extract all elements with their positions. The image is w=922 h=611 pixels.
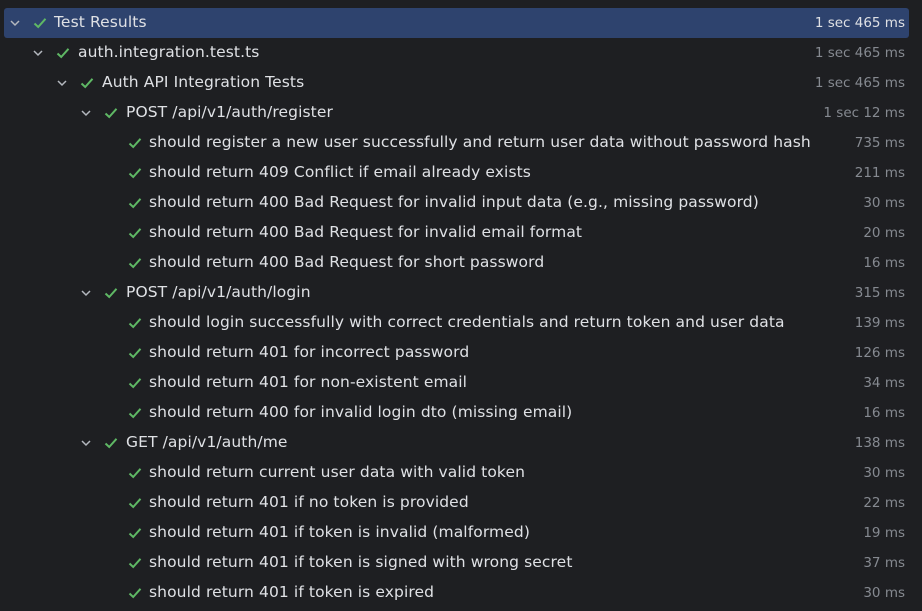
duration-text: 315 ms bbox=[854, 285, 905, 301]
tree-row-label: should return 409 Conflict if email alre… bbox=[149, 163, 531, 181]
duration-text: 37 ms bbox=[863, 555, 905, 571]
check-icon bbox=[128, 258, 142, 269]
tree-row-label: should return 400 Bad Request for short … bbox=[149, 253, 545, 271]
tree-row-test[interactable]: should return 401 for incorrect password… bbox=[0, 338, 922, 368]
check-icon bbox=[128, 168, 142, 179]
tree-row-label: should return 401 if token is signed wit… bbox=[149, 553, 573, 571]
tree-row-label: should register a new user successfully … bbox=[149, 133, 811, 151]
duration-text: 16 ms bbox=[863, 255, 905, 271]
tree-row-test[interactable]: should return current user data with val… bbox=[0, 458, 922, 488]
duration-text: 1 sec 465 ms bbox=[814, 15, 905, 31]
tree-row-test[interactable]: should return 400 for invalid login dto … bbox=[0, 398, 922, 428]
check-icon bbox=[104, 108, 118, 119]
chevron-down-icon[interactable] bbox=[55, 76, 69, 90]
duration-text: 19 ms bbox=[863, 525, 905, 541]
duration-text: 1 sec 465 ms bbox=[814, 75, 905, 91]
test-results-tree: Test Results 1 sec 465 ms auth.integrati… bbox=[0, 0, 922, 611]
tree-row-label: should return 401 for incorrect password bbox=[149, 343, 470, 361]
check-icon bbox=[56, 48, 70, 59]
check-icon bbox=[128, 348, 142, 359]
tree-row-test[interactable]: should return 401 if no token is provide… bbox=[0, 488, 922, 518]
check-icon bbox=[128, 408, 142, 419]
tree-row-root[interactable]: Test Results 1 sec 465 ms bbox=[0, 8, 922, 38]
chevron-down-icon[interactable] bbox=[31, 46, 45, 60]
tree-row-file[interactable]: auth.integration.test.ts 1 sec 465 ms bbox=[0, 38, 922, 68]
chevron-down-icon[interactable] bbox=[8, 16, 22, 30]
duration-text: 1 sec 12 ms bbox=[823, 105, 905, 121]
check-icon bbox=[128, 318, 142, 329]
duration-text: 138 ms bbox=[854, 435, 905, 451]
duration-text: 20 ms bbox=[863, 225, 905, 241]
chevron-down-icon[interactable] bbox=[79, 436, 93, 450]
tree-row-label: POST /api/v1/auth/login bbox=[126, 283, 311, 301]
tree-row-test[interactable]: should register a new user successfully … bbox=[0, 128, 922, 158]
duration-text: 30 ms bbox=[863, 465, 905, 481]
tree-row-label: should return 400 for invalid login dto … bbox=[149, 403, 573, 421]
check-icon bbox=[104, 438, 118, 449]
tree-row-test[interactable]: should login successfully with correct c… bbox=[0, 308, 922, 338]
tree-row-label: auth.integration.test.ts bbox=[78, 43, 260, 61]
tree-row-label: should return 401 for non-existent email bbox=[149, 373, 468, 391]
tree-row-group[interactable]: POST /api/v1/auth/login 315 ms bbox=[0, 278, 922, 308]
duration-text: 30 ms bbox=[863, 195, 905, 211]
duration-text: 1 sec 465 ms bbox=[814, 45, 905, 61]
check-icon bbox=[128, 198, 142, 209]
tree-row-label: GET /api/v1/auth/me bbox=[126, 433, 288, 451]
chevron-down-icon[interactable] bbox=[79, 106, 93, 120]
tree-row-test[interactable]: should return 409 Conflict if email alre… bbox=[0, 158, 922, 188]
duration-text: 139 ms bbox=[854, 315, 905, 331]
tree-row-label: should return current user data with val… bbox=[149, 463, 526, 481]
tree-row-test[interactable]: should return 401 if token is invalid (m… bbox=[0, 518, 922, 548]
chevron-down-icon[interactable] bbox=[79, 286, 93, 300]
check-icon bbox=[104, 288, 118, 299]
duration-text: 126 ms bbox=[854, 345, 905, 361]
tree-row-group[interactable]: GET /api/v1/auth/me 138 ms bbox=[0, 428, 922, 458]
check-icon bbox=[128, 528, 142, 539]
check-icon bbox=[128, 138, 142, 149]
tree-row-test[interactable]: should return 401 for non-existent email… bbox=[0, 368, 922, 398]
duration-text: 735 ms bbox=[854, 135, 905, 151]
tree-row-suite[interactable]: Auth API Integration Tests 1 sec 465 ms bbox=[0, 68, 922, 98]
tree-row-label: should return 401 if token is expired bbox=[149, 583, 435, 601]
tree-row-test[interactable]: should return 400 Bad Request for short … bbox=[0, 248, 922, 278]
tree-row-label: should return 400 Bad Request for invali… bbox=[149, 223, 583, 241]
duration-text: 211 ms bbox=[854, 165, 905, 181]
tree-row-test[interactable]: should return 400 Bad Request for invali… bbox=[0, 218, 922, 248]
tree-row-label: should return 400 Bad Request for invali… bbox=[149, 193, 759, 211]
tree-row-group[interactable]: POST /api/v1/auth/register 1 sec 12 ms bbox=[0, 98, 922, 128]
duration-text: 34 ms bbox=[863, 375, 905, 391]
check-icon bbox=[33, 18, 47, 29]
duration-text: 22 ms bbox=[863, 495, 905, 511]
check-icon bbox=[128, 498, 142, 509]
check-icon bbox=[128, 378, 142, 389]
tree-row-label: should login successfully with correct c… bbox=[149, 313, 785, 331]
check-icon bbox=[128, 558, 142, 569]
check-icon bbox=[128, 588, 142, 599]
tree-row-label: should return 401 if no token is provide… bbox=[149, 493, 469, 511]
tree-row-test[interactable]: should return 401 if token is expired 30… bbox=[0, 578, 922, 608]
tree-row-test[interactable]: should return 400 Bad Request for invali… bbox=[0, 188, 922, 218]
tree-row-test[interactable]: should return 401 if token is signed wit… bbox=[0, 548, 922, 578]
tree-row-label: Test Results bbox=[54, 13, 147, 31]
duration-text: 16 ms bbox=[863, 405, 905, 421]
duration-text: 30 ms bbox=[863, 585, 905, 601]
tree-row-label: should return 401 if token is invalid (m… bbox=[149, 523, 530, 541]
tree-row-label: Auth API Integration Tests bbox=[102, 73, 305, 91]
tree-row-label: POST /api/v1/auth/register bbox=[126, 103, 333, 121]
check-icon bbox=[128, 468, 142, 479]
check-icon bbox=[128, 228, 142, 239]
check-icon bbox=[80, 78, 94, 89]
